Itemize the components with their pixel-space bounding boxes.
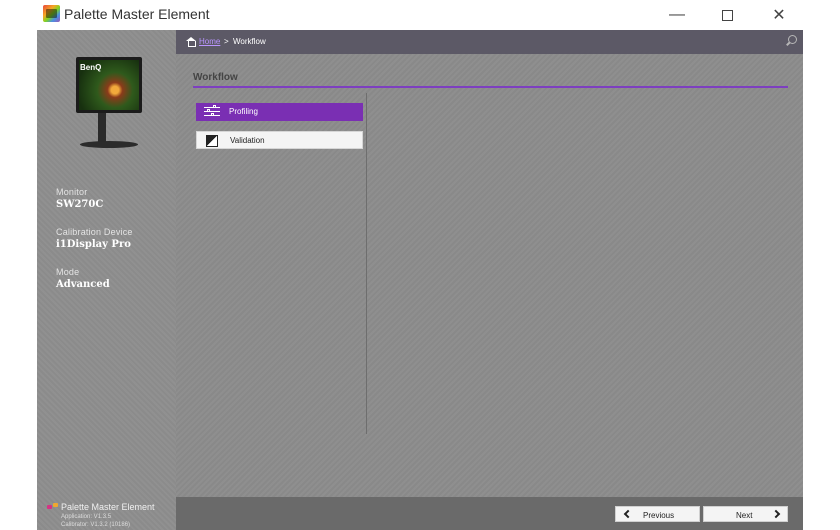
- footer-app-name: Palette Master Element: [61, 502, 155, 512]
- title-divider: [193, 86, 788, 88]
- maximize-button[interactable]: [704, 0, 750, 30]
- workflow-item-label: Validation: [230, 136, 265, 145]
- mode-value: Advanced: [56, 279, 110, 290]
- app-logo-icon: [43, 5, 60, 22]
- title-bar: Palette Master Element — ✕: [0, 0, 840, 30]
- next-label: Next: [736, 511, 753, 520]
- page-title: Workflow: [193, 72, 238, 83]
- previous-button[interactable]: Previous: [615, 506, 700, 522]
- sliders-icon: [203, 105, 221, 118]
- monitor-label: Monitor: [56, 187, 88, 197]
- monitor-base: [80, 141, 138, 148]
- half-contrast-icon: [206, 135, 218, 147]
- breadcrumb-separator: >: [224, 37, 229, 46]
- calibration-device-label: Calibration Device: [56, 227, 133, 237]
- palette-master-icon: [47, 503, 59, 511]
- calibrator-version: Calibrator: V1.3.2 (10186): [61, 522, 131, 528]
- window-title: Palette Master Element: [64, 6, 210, 22]
- next-button[interactable]: Next: [703, 506, 788, 522]
- vertical-divider: [366, 93, 367, 434]
- chevron-right-icon: [771, 509, 781, 519]
- minimize-button[interactable]: —: [654, 0, 700, 30]
- breadcrumb: Home > Workflow: [176, 30, 803, 54]
- search-icon[interactable]: [785, 35, 797, 47]
- maximize-icon: [721, 9, 733, 21]
- workflow-item-label: Profiling: [229, 107, 258, 116]
- home-icon[interactable]: [186, 37, 196, 47]
- main-content: Home > Workflow Workflow Profiling Valid…: [176, 30, 803, 530]
- calibration-device-value: i1Display Pro: [56, 239, 131, 250]
- workflow-item-validation[interactable]: Validation: [196, 131, 363, 149]
- monitor-image: BenQ: [76, 57, 142, 151]
- previous-label: Previous: [643, 511, 675, 520]
- monitor-value: SW270C: [56, 199, 104, 210]
- monitor-stand: [98, 113, 106, 143]
- breadcrumb-home-link[interactable]: Home: [199, 37, 220, 46]
- monitor-screen: BenQ: [76, 57, 142, 113]
- chevron-left-icon: [623, 509, 633, 519]
- breadcrumb-current: Workflow: [233, 37, 266, 46]
- device-info-panel: BenQ Monitor SW270C Calibration Device i…: [37, 30, 176, 530]
- navigation-bar: Previous Next: [176, 497, 803, 530]
- close-button[interactable]: ✕: [756, 0, 802, 30]
- mode-label: Mode: [56, 267, 80, 277]
- application-version: Application: V1.3.5: [61, 514, 112, 520]
- monitor-brand-logo: BenQ: [80, 63, 102, 72]
- workflow-item-profiling[interactable]: Profiling: [196, 103, 363, 121]
